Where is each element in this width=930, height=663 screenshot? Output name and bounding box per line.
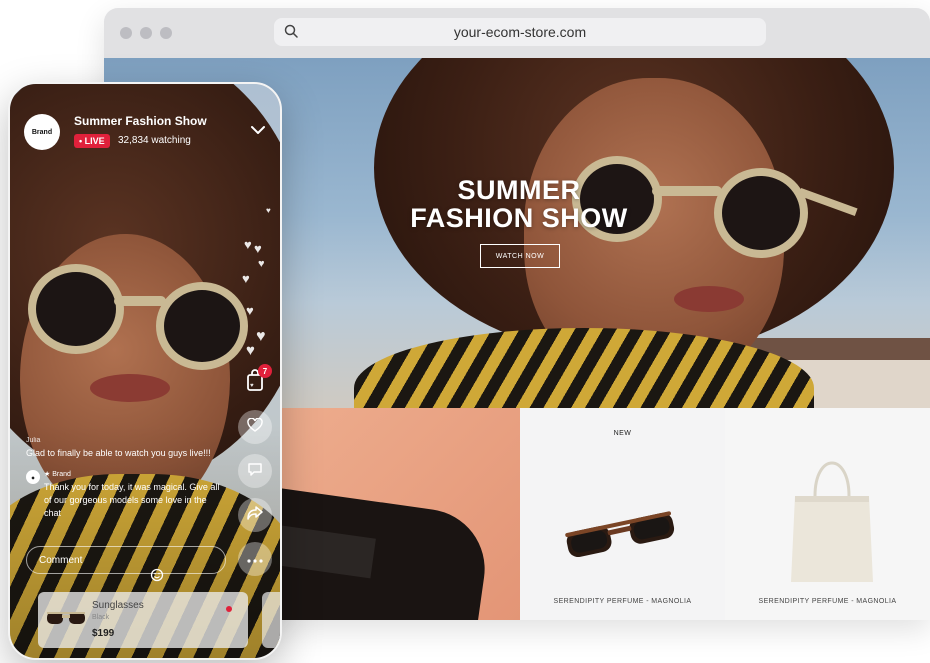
- window-dot-minimize[interactable]: [140, 27, 152, 39]
- stream-sunglasses-lens: [28, 264, 124, 354]
- emoji-icon[interactable]: [150, 568, 164, 587]
- stream-title: Summer Fashion Show: [74, 114, 207, 128]
- more-icon: [247, 550, 263, 568]
- product-name[interactable]: SERENDIPITY PERFUME - MAGNOLIA: [725, 598, 930, 605]
- floating-heart-icon: ♥: [242, 271, 250, 286]
- watch-now-button[interactable]: WATCH NOW: [480, 244, 560, 268]
- share-icon: [247, 505, 263, 525]
- chevron-down-icon[interactable]: [250, 122, 266, 140]
- chat-author: ★ Brand: [44, 471, 71, 478]
- chat-author-name: Brand: [52, 471, 71, 478]
- product-badge: NEW: [613, 430, 632, 437]
- product-tile[interactable]: SERENDIPITY PERFUME - MAGNOLIA: [725, 408, 930, 620]
- chat-message: Julia Glad to finally be able to watch y…: [26, 434, 226, 460]
- hero-title-line: FASHION SHOW: [410, 203, 628, 233]
- address-bar[interactable]: your-ecom-store.com: [274, 18, 766, 46]
- stream-sunglasses-bridge: [114, 296, 166, 306]
- like-button[interactable]: [238, 410, 272, 444]
- stream-model-lips: [90, 374, 170, 402]
- hero-model-lips: [674, 286, 744, 312]
- stream-sunglasses-lens: [156, 282, 248, 370]
- phone-live-stream: Brand Summer Fashion Show • LIVE 32,834 …: [8, 82, 282, 660]
- chat-message: ◆ ★ Brand Thank you for today, it was ma…: [26, 468, 226, 520]
- floating-heart-icon: ♥: [254, 241, 262, 256]
- product-name[interactable]: SERENDIPITY PERFUME - MAGNOLIA: [520, 598, 725, 605]
- url-text: your-ecom-store.com: [453, 24, 587, 40]
- product-card-indicator: [226, 606, 232, 612]
- window-dot-close[interactable]: [120, 27, 132, 39]
- tote-bag-product-image: [791, 461, 873, 582]
- live-badge: • LIVE: [74, 134, 110, 148]
- cart-count-badge: 7: [258, 364, 272, 378]
- floating-heart-icon: ♥: [258, 258, 265, 270]
- chat-text: Thank you for today, it was magical. Giv…: [44, 482, 220, 518]
- chat-button[interactable]: [238, 454, 272, 488]
- chat-avatar: ◆: [26, 470, 40, 484]
- hero-sunglasses-bridge: [652, 186, 722, 196]
- heart-icon: [247, 416, 263, 437]
- live-chat: Julia Glad to finally be able to watch y…: [26, 434, 226, 528]
- floating-heart-icon: ♥: [256, 328, 266, 345]
- comment-input[interactable]: Comment: [26, 546, 226, 574]
- window-dot-maximize[interactable]: [160, 27, 172, 39]
- sunglasses-thumbnail: [47, 612, 85, 624]
- floating-heart-icon: ♥: [244, 237, 252, 252]
- chat-text: Glad to finally be able to watch you guy…: [26, 448, 211, 458]
- sunglasses-product-image: [565, 511, 675, 558]
- product-card-name: Sunglasses: [92, 600, 144, 611]
- chat-icon: [247, 461, 263, 482]
- stage: your-ecom-store.com SUMMER FASHION SHOW …: [0, 0, 930, 663]
- hero-sunglasses-lens: [714, 168, 808, 258]
- browser-chrome: your-ecom-store.com: [104, 8, 930, 58]
- floating-heart-icon: ♥: [246, 342, 255, 359]
- product-card-price: $199: [92, 628, 115, 639]
- hero-title: SUMMER FASHION SHOW: [384, 176, 654, 232]
- share-button[interactable]: [238, 498, 272, 532]
- chat-author: Julia: [26, 437, 41, 444]
- stream-header: Brand Summer Fashion Show • LIVE 32,834 …: [24, 110, 270, 154]
- search-icon: [284, 24, 298, 43]
- viewer-count: 32,834 watching: [118, 135, 191, 146]
- brand-avatar[interactable]: Brand: [24, 114, 60, 150]
- floating-heart-icon: ♥: [266, 206, 271, 215]
- featured-product-card[interactable]: Sunglasses Black $199: [38, 592, 248, 648]
- product-card-color: Black: [92, 614, 110, 621]
- window-controls: [120, 27, 172, 39]
- floating-heart-icon: ♥: [246, 303, 254, 318]
- next-product-card[interactable]: [262, 592, 280, 648]
- hero-title-line: SUMMER: [457, 175, 581, 205]
- more-button[interactable]: [238, 542, 272, 576]
- product-tile[interactable]: NEW SERENDIPITY PERFUME - MAGNOLIA: [520, 408, 725, 620]
